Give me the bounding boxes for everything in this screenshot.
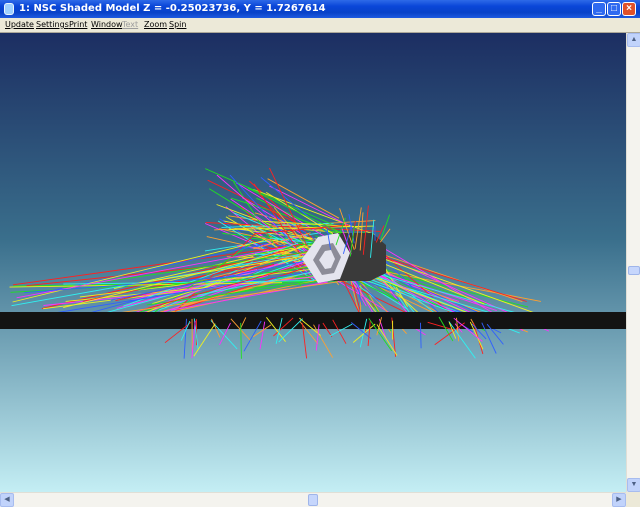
- vertical-scroll-thumb[interactable]: [628, 266, 640, 276]
- window-title: 1: NSC Shaded Model Z = -0.25023736, Y =…: [19, 3, 326, 14]
- arrow-down-icon[interactable]: ▼: [627, 478, 640, 492]
- title-bar[interactable]: 1: NSC Shaded Model Z = -0.25023736, Y =…: [0, 0, 640, 18]
- menu-settings[interactable]: Settings: [36, 19, 69, 31]
- menu-text: Text: [122, 20, 139, 29]
- menu-bar: Update Settings Print Window Text Zoom S…: [0, 18, 640, 33]
- scrollbar-corner: [626, 492, 640, 507]
- ray-segment: [420, 322, 422, 349]
- window-icon[interactable]: [4, 3, 14, 15]
- minimize-button[interactable]: _: [592, 2, 606, 16]
- arrow-right-icon[interactable]: ▶: [612, 493, 626, 507]
- horizontal-scrollbar[interactable]: ◀ ▶: [0, 492, 626, 507]
- shaded-model-viewport[interactable]: [0, 33, 626, 492]
- scene-canvas: [0, 33, 626, 492]
- menu-spin[interactable]: Spin: [169, 19, 186, 31]
- vertical-scrollbar[interactable]: ▲ ▼: [626, 33, 640, 492]
- detector-plane: [0, 312, 626, 329]
- menu-print[interactable]: Print: [69, 19, 87, 31]
- close-button[interactable]: ×: [622, 2, 636, 16]
- menu-update[interactable]: Update: [5, 19, 34, 31]
- arrow-up-icon[interactable]: ▲: [627, 33, 640, 47]
- arrow-left-icon[interactable]: ◀: [0, 493, 14, 507]
- maximize-button[interactable]: □: [607, 2, 621, 16]
- horizontal-scroll-thumb[interactable]: [308, 494, 318, 506]
- menu-window[interactable]: Window: [91, 19, 123, 31]
- menu-zoom[interactable]: Zoom: [144, 19, 167, 31]
